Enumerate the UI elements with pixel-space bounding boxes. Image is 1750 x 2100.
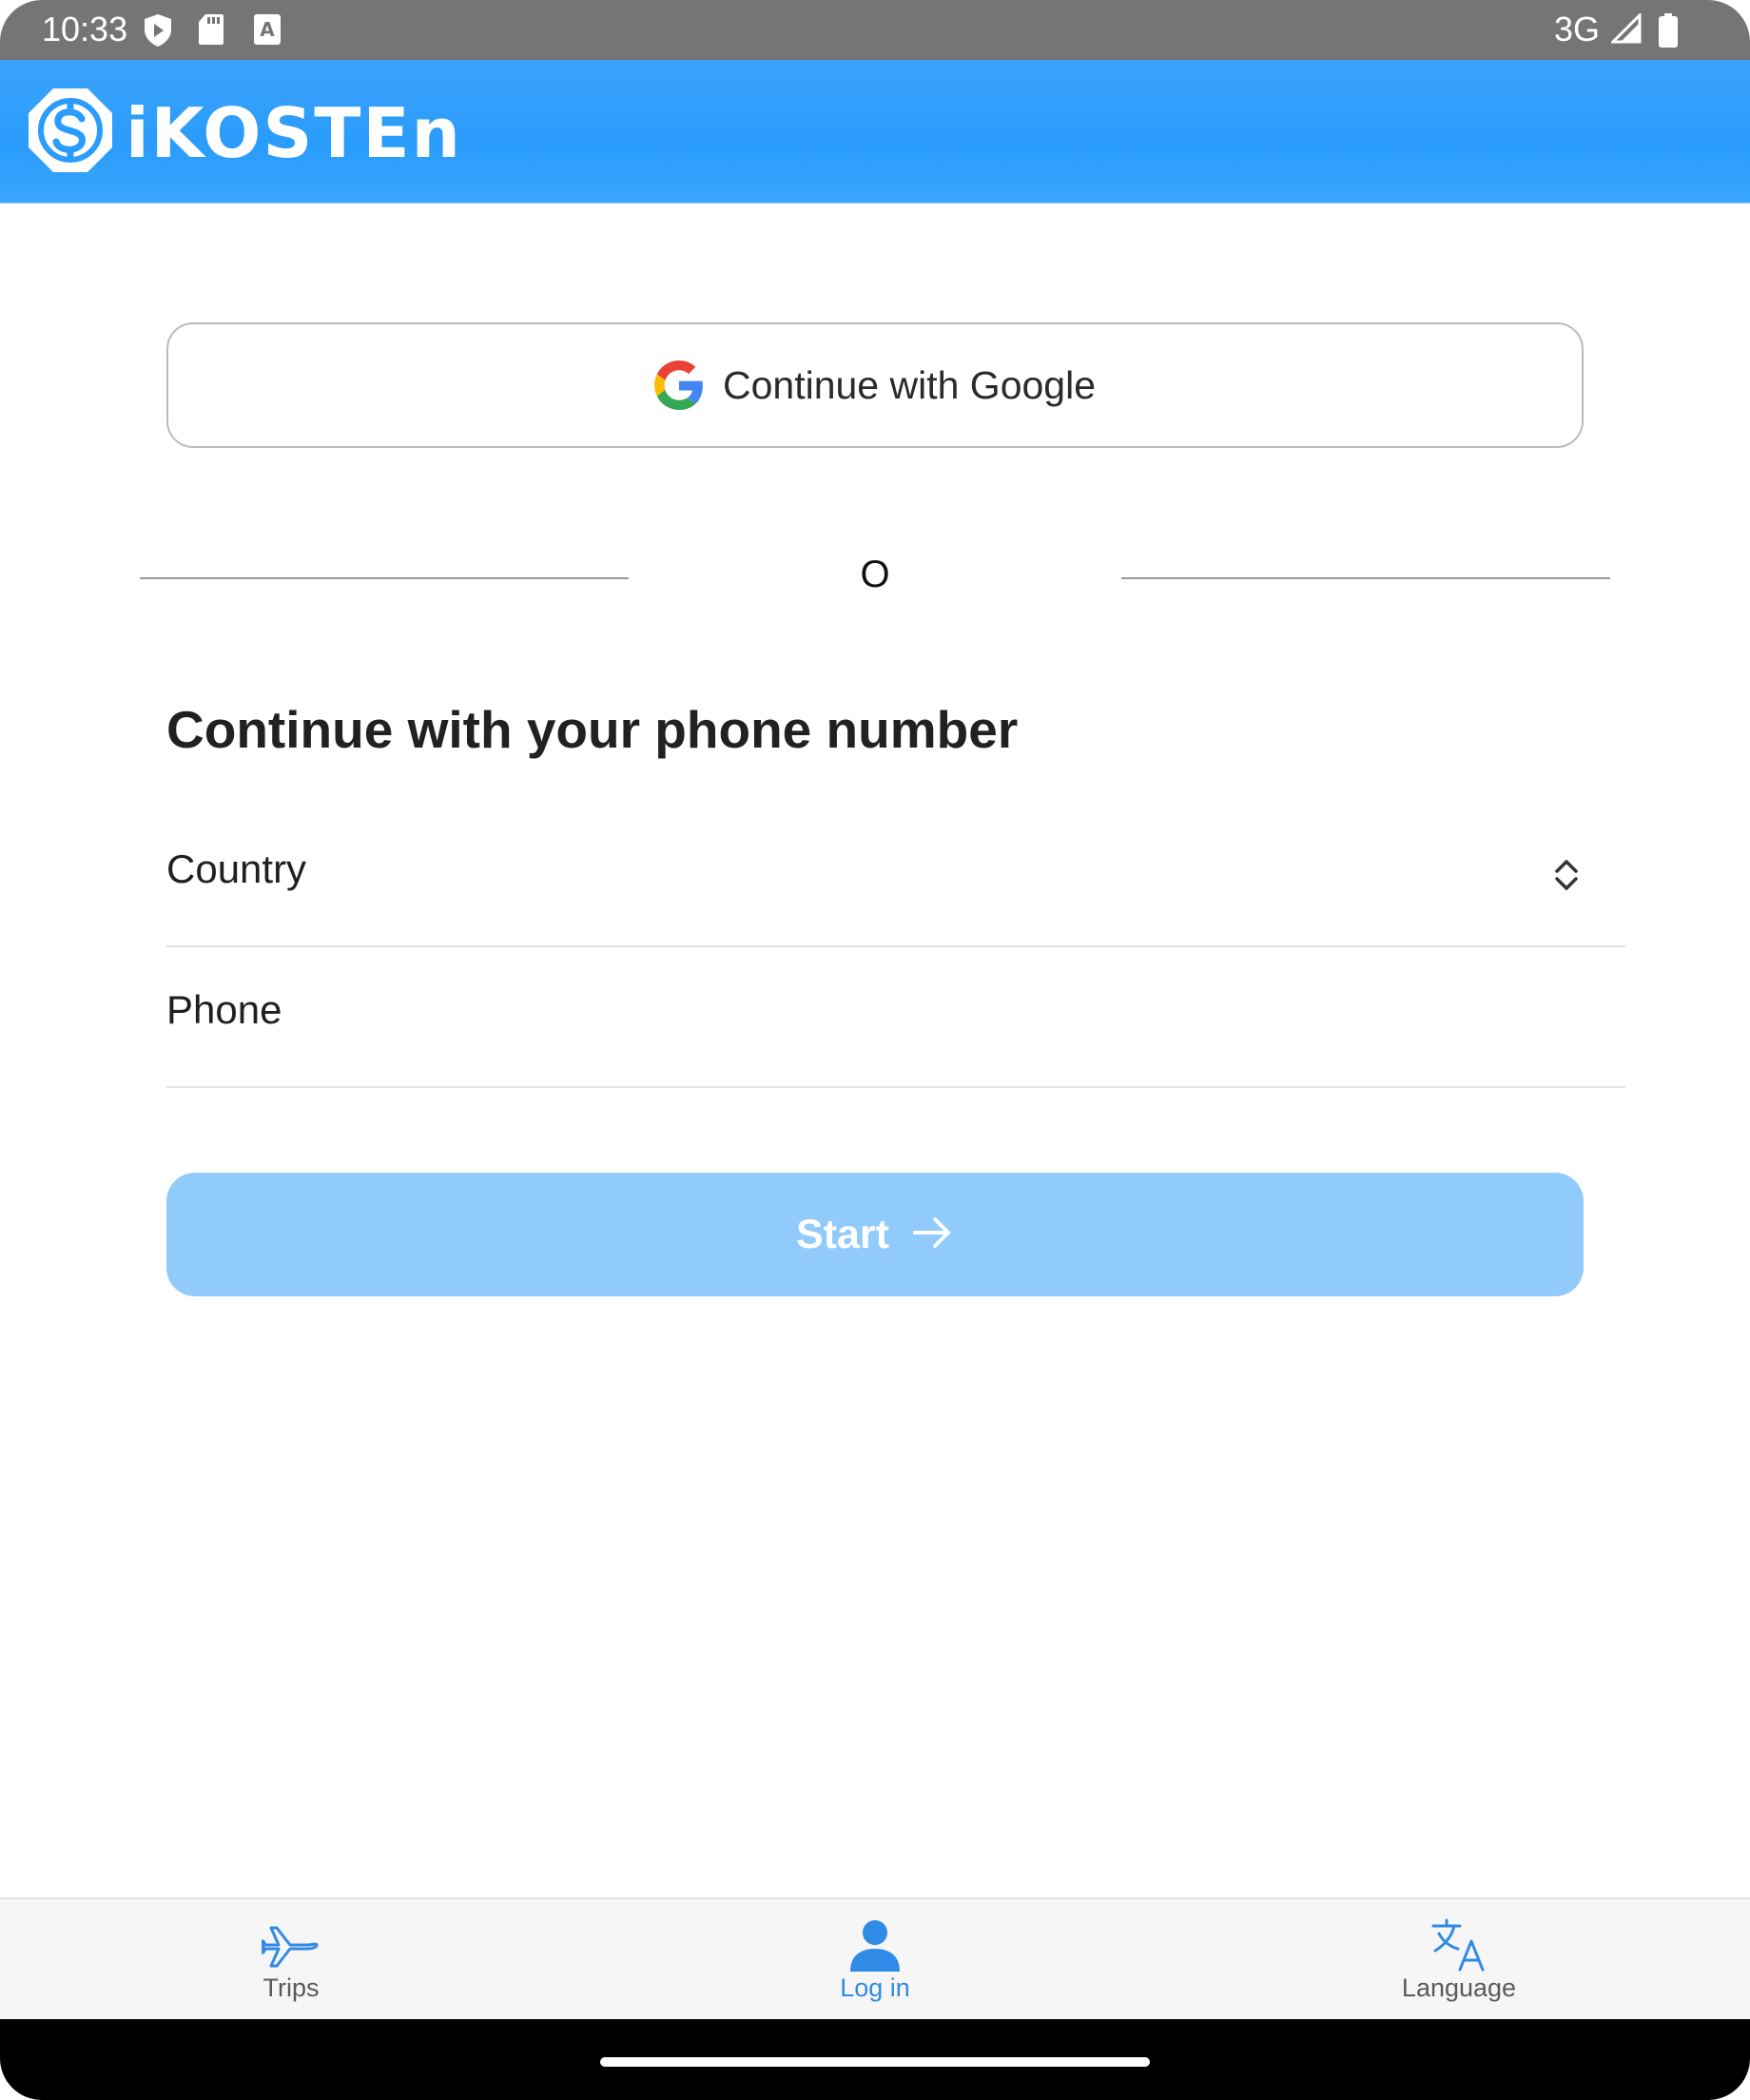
continue-with-google-button[interactable]: Continue with Google — [166, 322, 1584, 448]
status-time: 10:33 — [42, 10, 128, 49]
arrow-right-icon — [912, 1214, 954, 1256]
network-type: 3G — [1553, 10, 1600, 49]
start-button-label: Start — [796, 1211, 889, 1257]
country-label: Country — [166, 846, 307, 891]
shield-play-icon — [143, 13, 173, 52]
phone-input[interactable]: Phone — [166, 949, 1625, 1088]
nav-item-language[interactable]: Language — [1316, 1899, 1602, 2021]
nav-item-trips[interactable]: Trips — [148, 1899, 434, 2021]
nav-item-log-in[interactable]: Log in — [732, 1899, 1018, 2021]
app-header: iKOSTEn — [0, 60, 1750, 204]
phone-label: Phone — [166, 987, 282, 1032]
divider-text: O — [860, 554, 890, 595]
translate-icon — [1316, 1918, 1602, 1972]
up-down-chevron-icon — [1553, 856, 1580, 899]
sd-card-icon — [198, 13, 224, 50]
svg-text:A: A — [260, 18, 275, 41]
divider-line-left — [140, 577, 629, 579]
status-bar: 10:33 A 3G — [0, 0, 1750, 60]
signal-icon — [1609, 11, 1642, 49]
nav-label-trips: Trips — [262, 1974, 320, 2002]
app-screen: 10:33 A 3G iKOSTEn Continue with Google … — [0, 0, 1750, 2100]
dollar-badge-icon — [27, 87, 114, 179]
keyboard-a-icon: A — [253, 13, 282, 50]
start-button[interactable]: Start — [166, 1173, 1584, 1296]
country-select[interactable]: Country — [166, 808, 1625, 947]
person-icon — [732, 1918, 1018, 1972]
google-icon — [653, 360, 704, 410]
google-button-label: Continue with Google — [722, 362, 1097, 407]
nav-label-language: Language — [1401, 1974, 1517, 2002]
home-handle[interactable] — [600, 2057, 1150, 2067]
divider-line-right — [1121, 577, 1610, 579]
battery-icon — [1659, 13, 1678, 52]
app-logo: iKOSTEn — [27, 87, 462, 179]
bottom-navigation: Trips Log in Language — [0, 1897, 1750, 2021]
airplane-icon — [148, 1918, 434, 1972]
logo-text: iKOSTEn — [126, 92, 462, 173]
nav-label-log-in: Log in — [840, 1974, 910, 2002]
system-gesture-bar — [0, 2019, 1750, 2100]
phone-section-title: Continue with your phone number — [166, 700, 1019, 759]
